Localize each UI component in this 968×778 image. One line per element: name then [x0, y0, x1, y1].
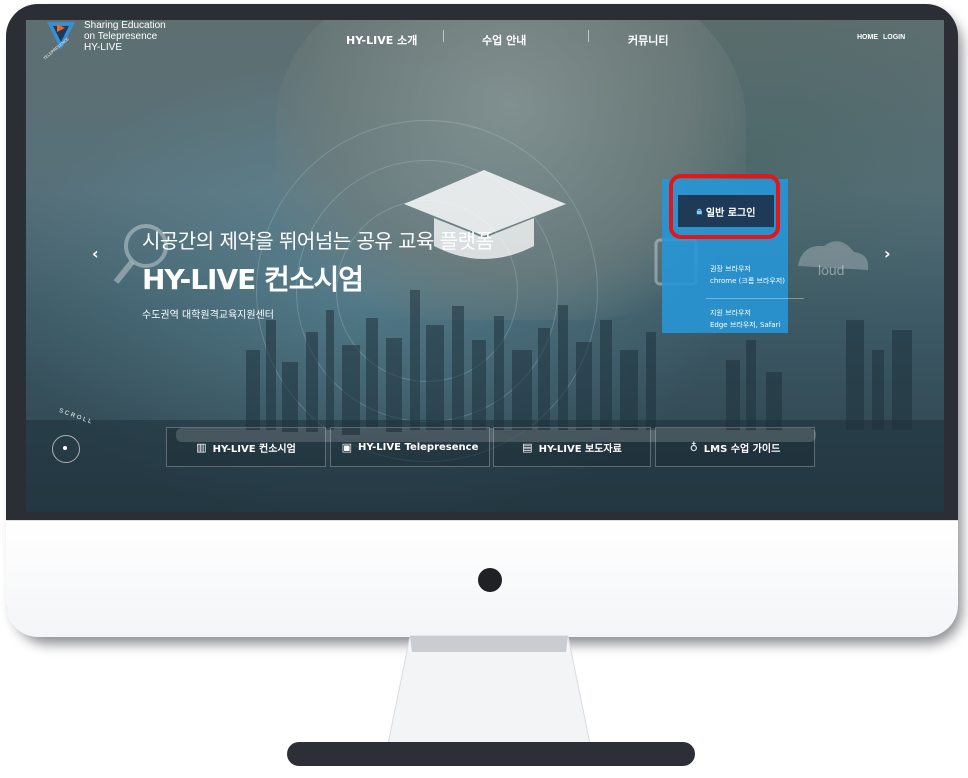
scroll-dot — [63, 446, 67, 450]
building-icon: ▥ — [196, 440, 207, 454]
quick-link-telepresence[interactable]: ▣ HY-LIVE Telepresence — [330, 427, 490, 467]
background-cloud-text: loud — [818, 262, 845, 278]
home-link[interactable]: HOME — [857, 34, 878, 41]
lightbulb-icon: ♁ — [689, 440, 698, 454]
logo-line-2: on Telepresence — [84, 31, 158, 42]
general-login-button[interactable]: 🔒︎ 일반 로그인 — [678, 195, 774, 227]
quick-link-label: HY-LIVE 보도자료 — [538, 443, 622, 455]
recommended-browser-value: chrome (크롬 브라우저) — [710, 277, 785, 285]
recommended-browser-title: 권장 브라우저 — [710, 265, 751, 273]
quick-link-label: LMS 수업 가이드 — [703, 443, 781, 455]
quick-link-label: HY-LIVE Telepresence — [358, 441, 479, 453]
screen-icon: ▣ — [341, 440, 353, 454]
logo-line-3: HY-LIVE — [84, 42, 122, 53]
document-icon: ▤ — [522, 440, 533, 454]
nav-divider — [443, 30, 444, 42]
quick-link-consortium[interactable]: ▥ HY-LIVE 컨소시엄 — [166, 427, 326, 467]
logo-icon[interactable] — [43, 18, 79, 54]
nav-item-community[interactable]: 커뮤니티 — [628, 32, 668, 48]
lock-icon: 🔒︎ — [696, 205, 702, 217]
browser-divider — [706, 298, 804, 299]
quick-link-press[interactable]: ▤ HY-LIVE 보도자료 — [493, 427, 651, 467]
supported-browser-title: 지원 브라우저 — [710, 309, 751, 317]
login-link[interactable]: LOGIN — [883, 34, 905, 41]
logo-line-1: Sharing Education — [84, 20, 166, 31]
slider-next-arrow[interactable]: › — [884, 244, 891, 263]
quick-link-label: HY-LIVE 컨소시엄 — [212, 443, 296, 455]
monitor-dot — [478, 568, 502, 592]
slider-prev-arrow[interactable]: ‹ — [92, 244, 99, 263]
nav-divider — [588, 30, 589, 42]
supported-browser-value: Edge 브라우저, Safari — [710, 321, 781, 329]
quick-link-lms-guide[interactable]: ♁ LMS 수업 가이드 — [655, 427, 815, 467]
monitor-base — [287, 742, 695, 766]
nav-item-class-info[interactable]: 수업 안내 — [482, 32, 526, 48]
hero-slogan: 시공간의 제약을 뛰어넘는 공유 교육 플랫폼 — [142, 229, 494, 253]
logo-text[interactable]: Sharing Education on Telepresence HY-LIV… — [84, 20, 166, 53]
hero-caption: 수도권역 대학원격교육지원센터 — [142, 310, 274, 321]
nav-item-about[interactable]: HY-LIVE 소개 — [346, 32, 417, 48]
hero-title: HY-LIVE 컨소시엄 — [142, 263, 364, 296]
general-login-label: 일반 로그인 — [705, 207, 756, 219]
